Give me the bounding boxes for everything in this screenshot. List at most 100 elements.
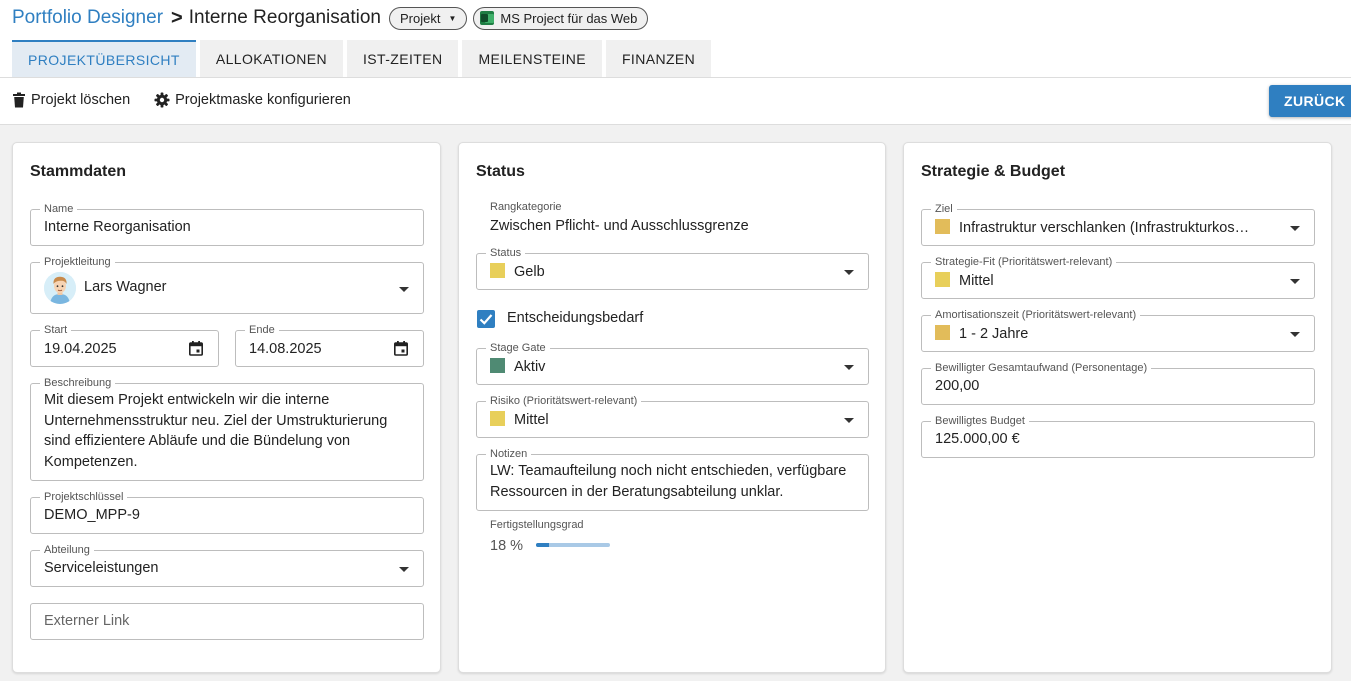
department-value: Serviceleistungen xyxy=(44,560,159,576)
tab-bar: PROJEKTÜBERSICHT ALLOKATIONEN IST-ZEITEN… xyxy=(12,40,715,77)
stammdaten-title: Stammdaten xyxy=(30,163,127,180)
external-link-input[interactable]: Externer Link xyxy=(30,603,424,640)
avatar xyxy=(44,272,76,304)
chevron-down-icon xyxy=(399,567,409,572)
chevron-down-icon xyxy=(844,418,854,423)
delete-project-button[interactable]: Projekt löschen xyxy=(12,92,130,108)
strategy-fit-color-swatch xyxy=(935,272,950,287)
notes-textarea[interactable]: Notizen LW: Teamaufteilung noch nicht en… xyxy=(476,447,869,511)
progress-bar xyxy=(536,543,610,547)
rank-category-value: Zwischen Pflicht- und Ausschlussgrenze xyxy=(490,218,749,234)
ms-project-chip[interactable]: MS Project für das Web xyxy=(473,6,649,30)
end-date-value: 14.08.2025 xyxy=(249,341,322,357)
tab-allokationen[interactable]: ALLOKATIONEN xyxy=(199,40,344,77)
chevron-down-icon xyxy=(844,270,854,275)
start-date-field[interactable]: Start 19.04.2025 xyxy=(30,323,219,367)
app-header: Portfolio Designer > Interne Reorganisat… xyxy=(0,0,1351,125)
calendar-icon[interactable] xyxy=(394,341,408,356)
progress-bar-fill xyxy=(536,543,550,547)
breadcrumb-app-link[interactable]: Portfolio Designer xyxy=(12,7,163,29)
stammdaten-card: Stammdaten Name Interne Reorganisation P… xyxy=(12,142,441,673)
project-type-chip[interactable]: Projekt ▼ xyxy=(388,6,468,30)
breadcrumb-separator: > xyxy=(171,6,183,29)
tab-projektuebersicht[interactable]: PROJEKTÜBERSICHT xyxy=(12,40,196,77)
stage-gate-value: Aktiv xyxy=(514,359,546,375)
stage-gate-label: Stage Gate xyxy=(486,341,550,355)
approved-budget-field[interactable]: Bewilligtes Budget 125.000,00 € xyxy=(921,414,1315,458)
approved-effort-label: Bewilligter Gesamtaufwand (Personentage) xyxy=(931,361,1152,375)
start-date-label: Start xyxy=(40,323,72,337)
strategy-title: Strategie & Budget xyxy=(921,163,1066,180)
risk-label: Risiko (Prioritätswert-relevant) xyxy=(486,394,642,408)
department-select[interactable]: Abteilung Serviceleistungen xyxy=(30,543,424,587)
project-lead-label: Projektleitung xyxy=(40,255,115,269)
progress-value: 18 % xyxy=(490,538,524,554)
ms-project-label: MS Project für das Web xyxy=(500,10,638,26)
description-textarea[interactable]: Beschreibung Mit diesem Projekt entwicke… xyxy=(30,376,424,481)
goal-color-swatch xyxy=(935,219,950,234)
approved-budget-label: Bewilligtes Budget xyxy=(931,414,1029,428)
name-label: Name xyxy=(40,202,78,216)
chevron-down-icon: ▼ xyxy=(448,13,457,23)
notes-label: Notizen xyxy=(486,447,532,461)
notes-value: LW: Teamaufteilung noch nicht entschiede… xyxy=(490,463,847,500)
status-color-swatch xyxy=(490,263,505,278)
risk-select[interactable]: Risiko (Prioritätswert-relevant) Mittel xyxy=(476,394,869,438)
rank-category-label: Rangkategorie xyxy=(490,201,562,213)
goal-select[interactable]: Ziel Infrastruktur verschlanken (Infrast… xyxy=(921,202,1315,246)
goal-label: Ziel xyxy=(931,202,957,216)
checkmark-icon xyxy=(479,314,493,325)
status-select[interactable]: Status Gelb xyxy=(476,246,869,290)
strategy-fit-select[interactable]: Strategie-Fit (Prioritätswert-relevant) … xyxy=(921,255,1315,299)
approved-effort-field[interactable]: Bewilligter Gesamtaufwand (Personentage)… xyxy=(921,361,1315,405)
page-title: Interne Reorganisation xyxy=(188,7,381,28)
tab-meilensteine[interactable]: MEILENSTEINE xyxy=(462,40,602,77)
decision-checkbox[interactable] xyxy=(477,310,495,328)
decision-label: Entscheidungsbedarf xyxy=(507,310,644,326)
header-divider xyxy=(0,124,1351,125)
name-value: Interne Reorganisation xyxy=(44,219,191,235)
strategy-fit-label: Strategie-Fit (Prioritätswert-relevant) xyxy=(931,255,1117,269)
amortization-value: 1 - 2 Jahre xyxy=(959,326,1029,342)
chevron-down-icon xyxy=(399,287,409,292)
risk-color-swatch xyxy=(490,411,505,426)
project-key-value: DEMO_MPP-9 xyxy=(44,507,140,523)
tab-divider xyxy=(0,77,1351,78)
calendar-icon[interactable] xyxy=(189,341,203,356)
status-value: Gelb xyxy=(514,264,545,280)
status-card: Status Rangkategorie Zwischen Pflicht- u… xyxy=(458,142,886,673)
name-field[interactable]: Name Interne Reorganisation xyxy=(30,202,424,246)
chevron-down-icon xyxy=(1290,332,1300,337)
goal-value: Infrastruktur verschlanken (Infrastruktu… xyxy=(959,220,1250,236)
amortization-color-swatch xyxy=(935,325,950,340)
end-date-field[interactable]: Ende 14.08.2025 xyxy=(235,323,424,367)
tab-ist-zeiten[interactable]: IST-ZEITEN xyxy=(347,40,459,77)
project-key-field[interactable]: Projektschlüssel DEMO_MPP-9 xyxy=(30,490,424,534)
status-label: Status xyxy=(486,246,526,260)
back-button[interactable]: ZURÜCK xyxy=(1269,85,1351,117)
breadcrumb: Portfolio Designer > Interne Reorganisat… xyxy=(12,6,649,30)
start-date-value: 19.04.2025 xyxy=(44,341,117,357)
project-key-label: Projektschlüssel xyxy=(40,490,128,504)
toolbar: Projekt löschen Projektmaske konfigurier… xyxy=(12,88,375,112)
amortization-select[interactable]: Amortisationszeit (Prioritätswert-releva… xyxy=(921,308,1315,352)
tab-finanzen[interactable]: FINANZEN xyxy=(605,40,712,77)
external-link-placeholder: Externer Link xyxy=(44,613,130,629)
configure-mask-button[interactable]: Projektmaske konfigurieren xyxy=(154,92,351,108)
risk-value: Mittel xyxy=(514,412,549,428)
end-date-label: Ende xyxy=(245,323,279,337)
progress-label: Fertigstellungsgrad xyxy=(490,519,584,531)
project-type-label: Projekt xyxy=(399,10,441,26)
project-lead-value: Lars Wagner xyxy=(84,279,167,295)
project-lead-select[interactable]: Projektleitung Lars Wagner xyxy=(30,255,424,314)
description-label: Beschreibung xyxy=(40,376,116,390)
approved-effort-value: 200,00 xyxy=(935,378,980,394)
gear-icon xyxy=(154,92,170,108)
trash-icon xyxy=(13,92,25,108)
chevron-down-icon xyxy=(1290,279,1300,284)
status-title: Status xyxy=(476,163,525,180)
strategy-fit-value: Mittel xyxy=(959,273,994,289)
configure-mask-label: Projektmaske konfigurieren xyxy=(175,92,351,108)
stage-gate-select[interactable]: Stage Gate Aktiv xyxy=(476,341,869,385)
description-value: Mit diesem Projekt entwickeln wir die in… xyxy=(44,392,388,470)
